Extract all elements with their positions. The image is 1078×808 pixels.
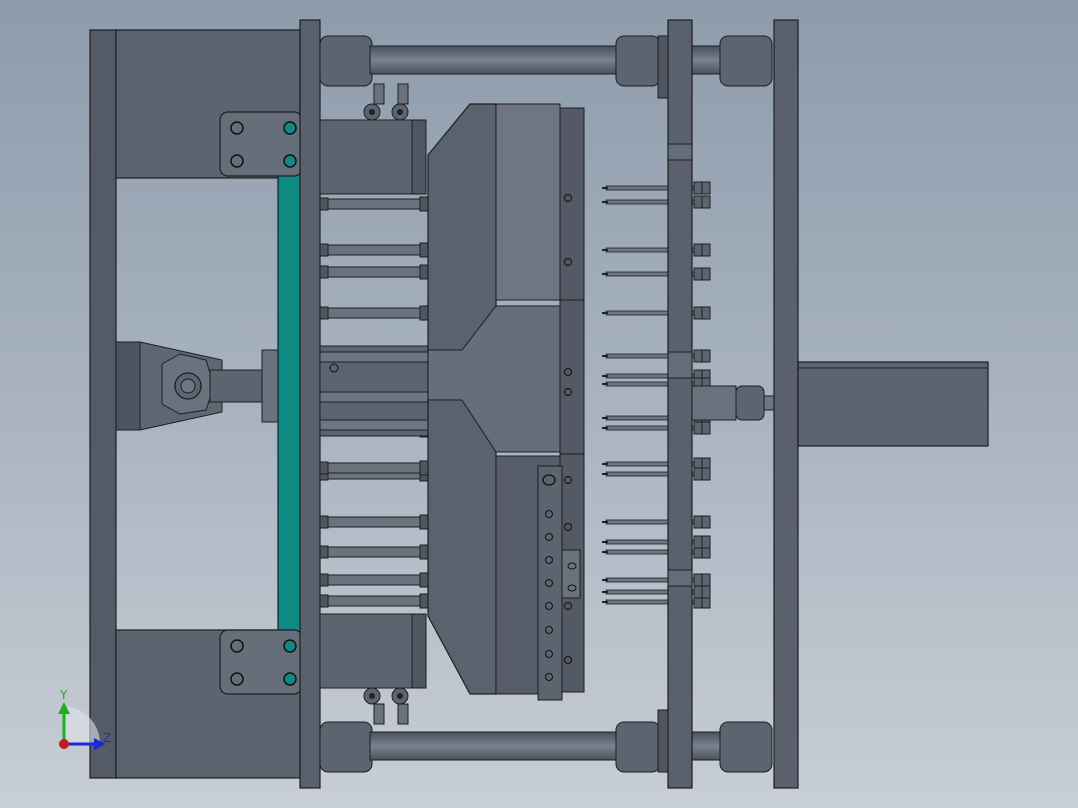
moving-platen [299, 19, 321, 789]
ejector-pin [602, 573, 711, 587]
ejector-pin [602, 243, 711, 257]
sprue-bushing [319, 345, 431, 437]
slide-block-bottom [319, 613, 427, 689]
ejector-pin [602, 585, 711, 599]
guide-pin [319, 264, 429, 280]
ejector-pin [602, 181, 711, 195]
ejector-pin [602, 349, 711, 363]
ejector-pin [602, 535, 711, 549]
z-axis-label: Z [103, 731, 112, 745]
guide-pin [319, 544, 429, 560]
ejector-plate [277, 171, 303, 637]
hydraulic-cylinder [115, 341, 279, 431]
ejector-pin [602, 515, 711, 529]
guide-pin [319, 196, 429, 212]
cad-viewport[interactable] [0, 0, 1078, 808]
guide-pin [319, 572, 429, 588]
slide-block-top [319, 119, 427, 195]
guide-pin [319, 593, 429, 609]
ejector-pin [602, 267, 711, 281]
injection-nozzle-block [797, 361, 989, 447]
tie-rod-top [319, 35, 773, 87]
rear-plate-right [773, 19, 799, 789]
bracket-top [219, 111, 303, 177]
locating-ring [691, 385, 777, 421]
ejector-pin [602, 421, 711, 435]
guide-pin [319, 305, 429, 321]
guide-pin [319, 242, 429, 258]
x-axis-dot [59, 739, 69, 749]
water-fittings-bottom [363, 687, 409, 725]
clamp-plate-left [89, 29, 117, 779]
tie-rod-bottom [319, 721, 773, 773]
stationary-platen [657, 19, 693, 789]
bracket-bottom [219, 629, 303, 695]
y-axis-label: Y [60, 688, 68, 702]
ejector-pin [602, 195, 711, 209]
guide-pin [319, 514, 429, 530]
ejector-pin [602, 467, 711, 481]
ejector-pin [602, 306, 711, 320]
guide-pin [319, 460, 429, 476]
water-fittings-top [363, 83, 409, 121]
